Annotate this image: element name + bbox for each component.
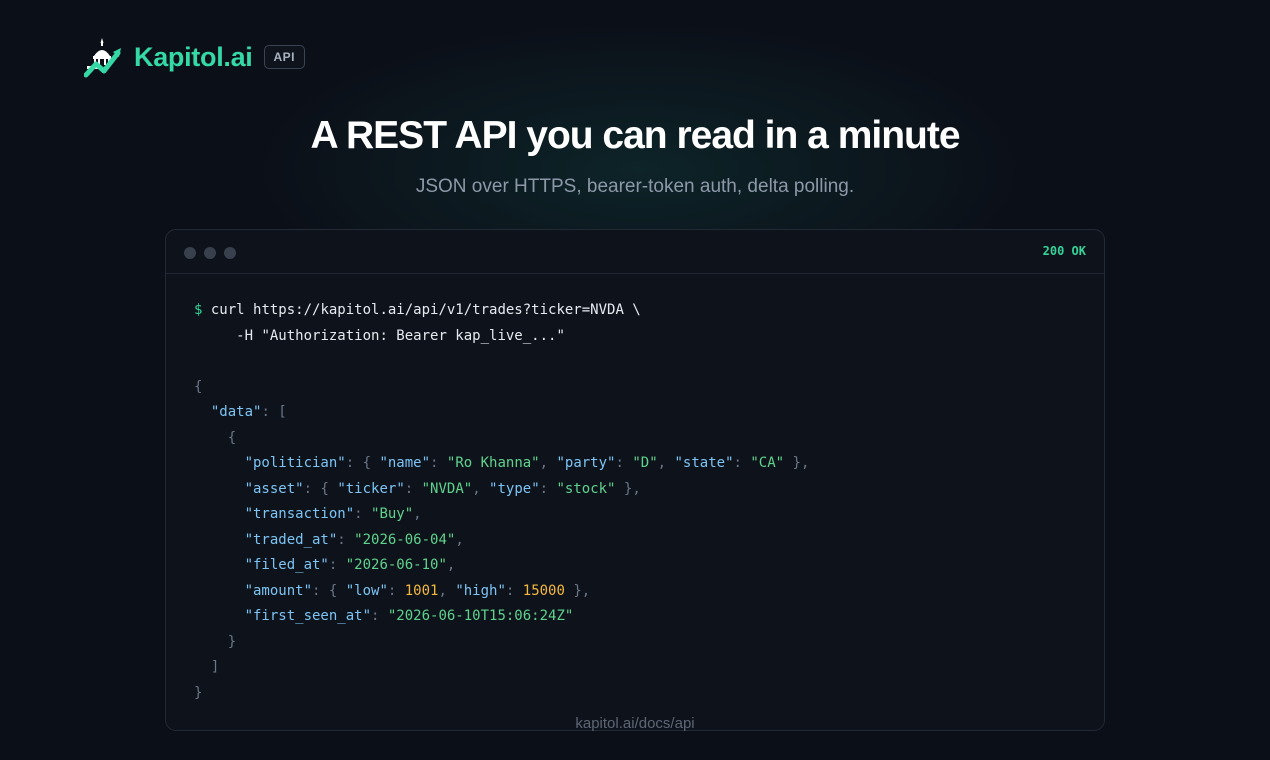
terminal-title-bar: 200 OK xyxy=(166,230,1104,274)
json-line: "transaction": "Buy", xyxy=(244,506,422,522)
json-line: "amount": { "low": 1001, "high": 15000 }… xyxy=(244,582,591,599)
brand-name: Kapitol.ai xyxy=(134,41,253,72)
json-key: "high" xyxy=(455,582,506,599)
json-key: "ticker" xyxy=(337,480,405,497)
auth-header: -H "Authorization: Bearer kap_live_..." xyxy=(236,327,565,344)
command-line-1: $ curl https://kapitol.ai/api/v1/trades?… xyxy=(194,298,809,324)
window-dot-icon xyxy=(184,247,196,259)
window-dot-icon xyxy=(204,247,216,259)
json-value: "stock" xyxy=(556,480,616,497)
json-key: "party" xyxy=(556,455,616,471)
json-line: "politician": { "name": "Ro Khanna", "pa… xyxy=(244,455,810,471)
json-key: "asset" xyxy=(244,480,304,497)
code-terminal: 200 OK $ curl https://kapitol.ai/api/v1/… xyxy=(165,229,1105,731)
window-dot-icon xyxy=(224,247,236,259)
json-key: "low" xyxy=(345,582,388,599)
capitol-dome-chart-icon xyxy=(84,38,121,78)
json-line: "traded_at": "2026-06-04", xyxy=(244,531,464,548)
json-value: "Buy" xyxy=(371,506,414,522)
response-status: 200 OK xyxy=(1042,244,1086,258)
json-key: "first_seen_at" xyxy=(244,608,372,624)
json-number: 15000 xyxy=(522,582,565,599)
command-line-2: -H "Authorization: Bearer kap_live_..." xyxy=(194,324,809,350)
page-title: A REST API you can read in a minute xyxy=(310,114,960,157)
json-line: "first_seen_at": "2026-06-10T15:06:24Z" xyxy=(244,608,574,624)
json-value: "2026-06-04" xyxy=(354,531,456,548)
json-value: "Ro Khanna" xyxy=(446,455,540,471)
api-badge: API xyxy=(263,45,306,69)
json-key: "amount" xyxy=(244,582,313,599)
page-subtitle: JSON over HTTPS, bearer-token auth, delt… xyxy=(415,176,855,197)
json-key: "traded_at" xyxy=(244,531,338,548)
json-key: "state" xyxy=(674,455,734,471)
json-value: "2026-06-10T15:06:24Z" xyxy=(387,608,574,624)
json-key: "transaction" xyxy=(244,506,355,522)
json-value: "D" xyxy=(632,455,658,471)
json-line: { xyxy=(227,429,237,446)
json-line: "data": [ xyxy=(210,404,287,420)
json-value: "CA" xyxy=(750,455,785,471)
json-key: "name" xyxy=(379,455,431,471)
shell-prompt: $ xyxy=(194,302,203,318)
json-line: "filed_at": "2026-06-10", xyxy=(244,557,456,573)
json-key: "filed_at" xyxy=(244,557,329,573)
json-key: "type" xyxy=(489,480,540,497)
json-key: "politician" xyxy=(244,455,346,471)
curl-command: curl https://kapitol.ai/api/v1/trades?ti… xyxy=(210,302,641,318)
json-value: "2026-06-10" xyxy=(345,557,447,573)
json-value: "NVDA" xyxy=(421,480,473,497)
json-line: } xyxy=(227,633,237,650)
json-line: { xyxy=(194,378,203,395)
json-line: ] xyxy=(210,659,220,675)
docs-link[interactable]: kapitol.ai/docs/api xyxy=(0,715,1270,732)
brand[interactable]: Kapitol.ai API xyxy=(84,36,306,78)
json-line: "asset": { "ticker": "NVDA", "type": "st… xyxy=(244,480,641,497)
json-line: } xyxy=(194,684,203,701)
json-number: 1001 xyxy=(404,582,439,599)
code-block[interactable]: $ curl https://kapitol.ai/api/v1/trades?… xyxy=(194,298,809,706)
json-key: "data" xyxy=(210,404,262,420)
